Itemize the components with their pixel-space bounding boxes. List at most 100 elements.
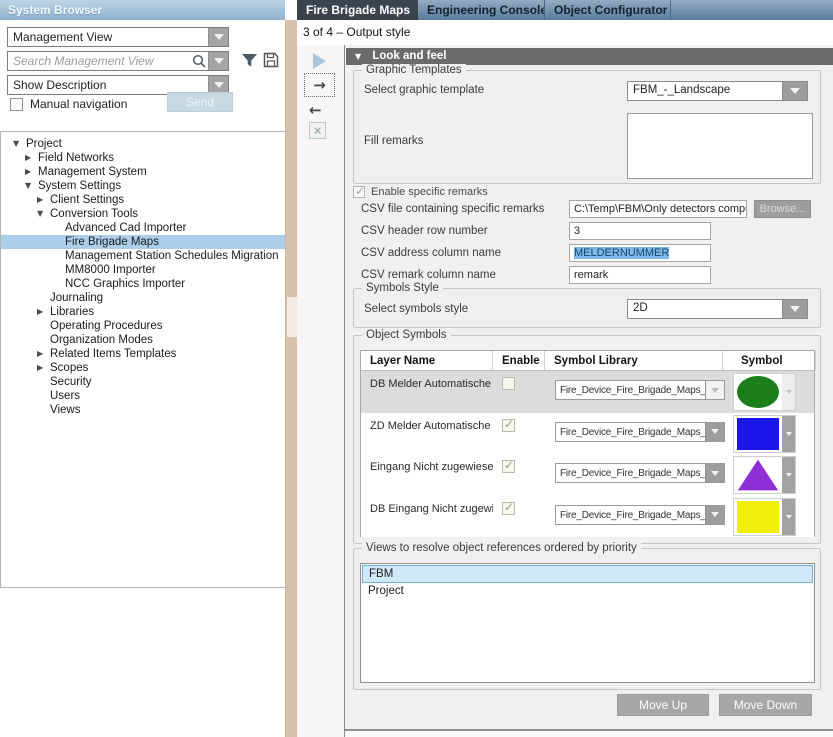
tree-item-label: System Settings	[38, 179, 121, 193]
arrow-right-icon[interactable]: →	[304, 73, 335, 97]
tree-item[interactable]: Libraries	[1, 305, 285, 319]
tree-item[interactable]: Project	[1, 137, 285, 151]
tree-expander-icon[interactable]	[37, 361, 50, 375]
tab[interactable]: Fire Brigade Maps	[297, 0, 418, 20]
tree-expander-icon[interactable]	[25, 179, 38, 193]
list-item[interactable]: Project	[362, 583, 813, 601]
tree-item[interactable]: NCC Graphics Importer	[1, 277, 285, 291]
system-browser-title: System Browser	[0, 0, 285, 20]
csv-file-input[interactable]: C:\Temp\FBM\Only detectors compute min a…	[569, 200, 747, 218]
tree-item[interactable]: Scopes	[1, 361, 285, 375]
move-down-button[interactable]: Move Down	[719, 694, 812, 716]
csv-remark-column-input[interactable]: remark	[569, 266, 711, 284]
tree-item[interactable]: Management Station Schedules Migration	[1, 249, 285, 263]
tree-item[interactable]: Organization Modes	[1, 333, 285, 347]
search-input[interactable]	[8, 53, 190, 69]
enable-checkbox[interactable]	[502, 502, 515, 515]
csv-file-label: CSV file containing specific remarks	[361, 203, 544, 215]
tree-expander-icon[interactable]	[25, 165, 38, 179]
tree-item[interactable]: Operating Procedures	[1, 319, 285, 333]
enable-checkbox[interactable]	[502, 419, 515, 432]
look-and-feel-header[interactable]: Look and feel	[346, 48, 833, 65]
chevron-down-icon[interactable]	[705, 506, 724, 524]
symbols-style-dropdown[interactable]: 2D	[627, 299, 808, 319]
tree-expander-icon[interactable]	[37, 193, 50, 207]
chevron-down-icon[interactable]	[705, 423, 724, 441]
list-item[interactable]: FBM	[362, 565, 813, 583]
chevron-down-icon[interactable]	[782, 300, 807, 318]
tree-expander-icon[interactable]	[37, 305, 50, 319]
tree-item[interactable]: Journaling	[1, 291, 285, 305]
symbol-library-dropdown[interactable]: Fire_Device_Fire_Brigade_Maps_HQ_1	[555, 422, 725, 442]
enable-checkbox[interactable]	[502, 377, 515, 390]
search-icon[interactable]	[190, 54, 208, 68]
tree-item[interactable]: System Settings	[1, 179, 285, 193]
tree-item[interactable]: Advanced Cad Importer	[1, 221, 285, 235]
fill-remarks-textarea[interactable]	[627, 113, 813, 179]
csv-header-row-input[interactable]: 3	[569, 222, 711, 240]
send-button[interactable]: Send	[167, 92, 233, 112]
tree-item[interactable]: Users	[1, 389, 285, 403]
symbol-preview	[734, 416, 782, 452]
symbol-library-cell: Fire_Device_Fire_Brigade_Maps_HQ_1	[545, 496, 723, 538]
search-options-dropdown-icon[interactable]	[208, 52, 228, 70]
tab[interactable]: Engineering Console	[418, 0, 545, 20]
symbol-library-dropdown[interactable]: Fire_Device_Fire_Brigade_Maps_HQ_1	[555, 505, 725, 525]
tree-item[interactable]: Field Networks	[1, 151, 285, 165]
symbol-picker[interactable]	[733, 415, 796, 453]
csv-address-column-input[interactable]: MELDERNUMMER	[569, 244, 711, 262]
arrow-left-icon[interactable]: ←	[309, 101, 322, 119]
tree-expander-icon[interactable]	[25, 151, 38, 165]
close-icon[interactable]: ×	[309, 122, 326, 139]
symbol-picker[interactable]	[733, 498, 796, 536]
enable-specific-remarks-row: Enable specific remarks	[353, 186, 488, 198]
panel-scrollbar[interactable]	[285, 20, 297, 737]
chevron-down-icon[interactable]	[208, 28, 228, 46]
symbol-library-dropdown[interactable]: Fire_Device_Fire_Brigade_Maps_HQ_1	[555, 463, 725, 483]
chevron-down-icon[interactable]	[705, 381, 724, 399]
tree-item[interactable]: Client Settings	[1, 193, 285, 207]
enable-specific-remarks-label: Enable specific remarks	[371, 186, 488, 198]
symbol-picker[interactable]	[733, 373, 796, 411]
tree-item[interactable]: Related Items Templates	[1, 347, 285, 361]
move-up-button[interactable]: Move Up	[617, 694, 709, 716]
tree-expander-icon[interactable]	[37, 347, 50, 361]
tree-expander-icon[interactable]	[13, 137, 26, 151]
enable-checkbox[interactable]	[502, 460, 515, 473]
search-box[interactable]	[7, 51, 229, 71]
tree-item-label: MM8000 Importer	[65, 263, 156, 277]
graphic-template-dropdown[interactable]: FBM_-_Landscape	[627, 81, 808, 101]
tab[interactable]: Object Configurator	[545, 0, 671, 20]
symbol-library-dropdown[interactable]: Fire_Device_Fire_Brigade_Maps_HQ_1	[555, 380, 725, 400]
tree-item[interactable]: Fire Brigade Maps	[1, 235, 285, 249]
chevron-down-icon[interactable]	[782, 499, 795, 535]
manual-navigation-checkbox[interactable]	[10, 98, 23, 111]
tree-item[interactable]: MM8000 Importer	[1, 263, 285, 277]
graphic-templates-group: Graphic Templates Select graphic templat…	[353, 70, 821, 184]
tree-item[interactable]: Conversion Tools	[1, 207, 285, 221]
tab-label: Fire Brigade Maps	[306, 3, 410, 17]
symbol-picker[interactable]	[733, 456, 796, 494]
chevron-down-icon[interactable]	[782, 416, 795, 452]
filter-icon[interactable]	[239, 51, 259, 69]
tree-item[interactable]: Security	[1, 375, 285, 389]
tree-expander-icon[interactable]	[37, 207, 50, 221]
tree-item[interactable]: Views	[1, 403, 285, 417]
play-icon[interactable]	[313, 53, 326, 69]
system-browser-panel: System Browser Management View Show Desc…	[0, 0, 285, 737]
save-icon[interactable]	[261, 51, 281, 69]
chevron-down-icon[interactable]	[705, 464, 724, 482]
chevron-down-icon[interactable]	[782, 82, 807, 100]
views-priority-group: Views to resolve object references order…	[353, 548, 821, 690]
browse-button[interactable]: Browse...	[754, 200, 811, 218]
layer-name-cell: ZD Melder Automatische	[361, 413, 493, 455]
symbol-library-value: Fire_Device_Fire_Brigade_Maps_HQ_1	[556, 464, 705, 482]
enable-specific-remarks-checkbox[interactable]	[353, 186, 365, 198]
chevron-down-icon[interactable]	[782, 457, 795, 493]
tree-item[interactable]: Management System	[1, 165, 285, 179]
scrollbar-thumb[interactable]	[287, 297, 297, 337]
chevron-down-icon[interactable]	[782, 374, 795, 410]
tree-item-label: Organization Modes	[50, 333, 153, 347]
wizard-nav-strip: → ← ×	[297, 45, 344, 737]
management-view-dropdown[interactable]: Management View	[7, 27, 229, 47]
